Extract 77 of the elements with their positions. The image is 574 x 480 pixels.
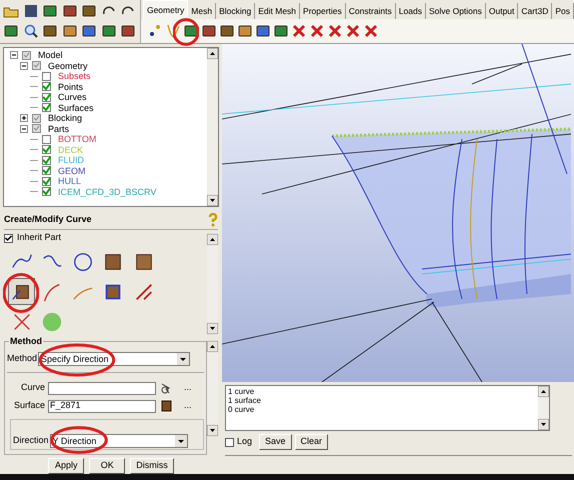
checkbox[interactable]	[4, 234, 13, 242]
tree-item-label[interactable]: Parts	[48, 124, 70, 134]
action-button[interactable]: Dismiss	[130, 458, 174, 474]
checkbox[interactable]	[42, 92, 51, 102]
checkbox[interactable]	[42, 145, 51, 154]
curve-label: Curve	[20, 381, 45, 394]
scroll-up-icon[interactable]	[207, 234, 218, 245]
scroll-down-icon[interactable]	[538, 419, 549, 430]
tree-item-label[interactable]: Geometry	[48, 60, 88, 71]
surface-label: Surface	[12, 399, 45, 412]
tree-item-label[interactable]: Subsets	[58, 71, 91, 82]
action-button[interactable]: Save	[259, 434, 292, 450]
expand-toggle[interactable]	[20, 62, 28, 70]
message-line: 0 curve	[228, 405, 256, 414]
checkbox[interactable]	[42, 166, 51, 176]
delete-icon[interactable]	[362, 23, 379, 39]
tree-item-label[interactable]: Curves	[58, 92, 87, 102]
scroll-down-icon[interactable]	[207, 323, 218, 334]
action-button[interactable]: OK	[89, 458, 126, 474]
message-line: 1 curve	[228, 387, 256, 396]
tree-item-label[interactable]: Blocking	[48, 113, 82, 124]
more-button[interactable]: ...	[184, 399, 192, 413]
delete-icon[interactable]	[290, 23, 307, 39]
curve-icon[interactable]	[164, 23, 181, 39]
zoom-icon[interactable]	[22, 23, 39, 39]
delete-icon[interactable]	[326, 23, 343, 39]
partial-checkbox-icon[interactable]	[22, 50, 31, 60]
circle-annotation	[3, 272, 39, 314]
surface-field[interactable]: F_2871	[48, 400, 156, 412]
checkbox-label: Inherit Part	[17, 231, 62, 244]
circle-icon	[72, 250, 94, 272]
scroll-up-icon[interactable]	[207, 48, 218, 59]
delete-icon[interactable]	[344, 23, 361, 39]
checkbox[interactable]	[42, 103, 51, 112]
checkbox[interactable]	[42, 176, 51, 186]
delete-icon[interactable]	[308, 23, 325, 39]
method-label: Method	[7, 352, 38, 366]
checkbox[interactable]	[42, 134, 51, 144]
partial-checkbox-icon[interactable]	[32, 114, 41, 123]
curve-field[interactable]	[48, 382, 156, 394]
scroll-down-icon[interactable]	[207, 425, 218, 436]
panel-title: Create/Modify Curve	[4, 212, 92, 226]
minus-icon	[21, 126, 27, 132]
tree-item-label[interactable]: GEOM	[58, 166, 86, 176]
tree-item-label[interactable]: Points	[58, 82, 84, 92]
select-cursor-icon[interactable]	[159, 381, 173, 395]
scroll-down-icon[interactable]	[207, 195, 218, 206]
tab[interactable]: Geometry	[142, 0, 188, 19]
action-button[interactable]: Apply	[48, 458, 84, 474]
sphere-icon	[41, 310, 64, 332]
checkbox[interactable]	[42, 156, 51, 165]
tree-item-label[interactable]: BOTTOM	[58, 134, 96, 144]
scroll-up-icon[interactable]	[538, 386, 549, 397]
checkbox[interactable]	[225, 438, 234, 446]
action-button[interactable]: Clear	[294, 434, 328, 450]
circle-annotation	[50, 426, 108, 454]
dropdown-field[interactable]: Y Direction	[50, 434, 188, 448]
scroll-up-icon[interactable]	[207, 341, 218, 352]
message-line: 1 surface	[228, 396, 262, 405]
circle-annotation	[173, 18, 199, 46]
more-button[interactable]: ...	[184, 381, 192, 395]
expand-toggle[interactable]	[20, 124, 28, 133]
partial-checkbox-icon[interactable]	[32, 124, 41, 134]
checkbox[interactable]	[42, 82, 51, 92]
tool-button[interactable]	[8, 278, 35, 305]
expand-toggle[interactable]	[10, 51, 18, 60]
checkbox[interactable]	[42, 187, 51, 196]
direction-label: Direction	[13, 434, 49, 448]
plus-icon	[21, 115, 27, 122]
expand-toggle[interactable]	[20, 114, 28, 122]
checkbox-label: Log	[237, 435, 252, 448]
partial-checkbox-icon[interactable]	[32, 61, 41, 70]
tree-item-label[interactable]: HULL	[58, 176, 82, 186]
surface-select-icon[interactable]	[159, 399, 173, 413]
tree-item-label[interactable]: Model	[38, 50, 63, 60]
checkbox[interactable]	[42, 72, 51, 81]
tree-item-label[interactable]: Surfaces	[58, 102, 94, 113]
